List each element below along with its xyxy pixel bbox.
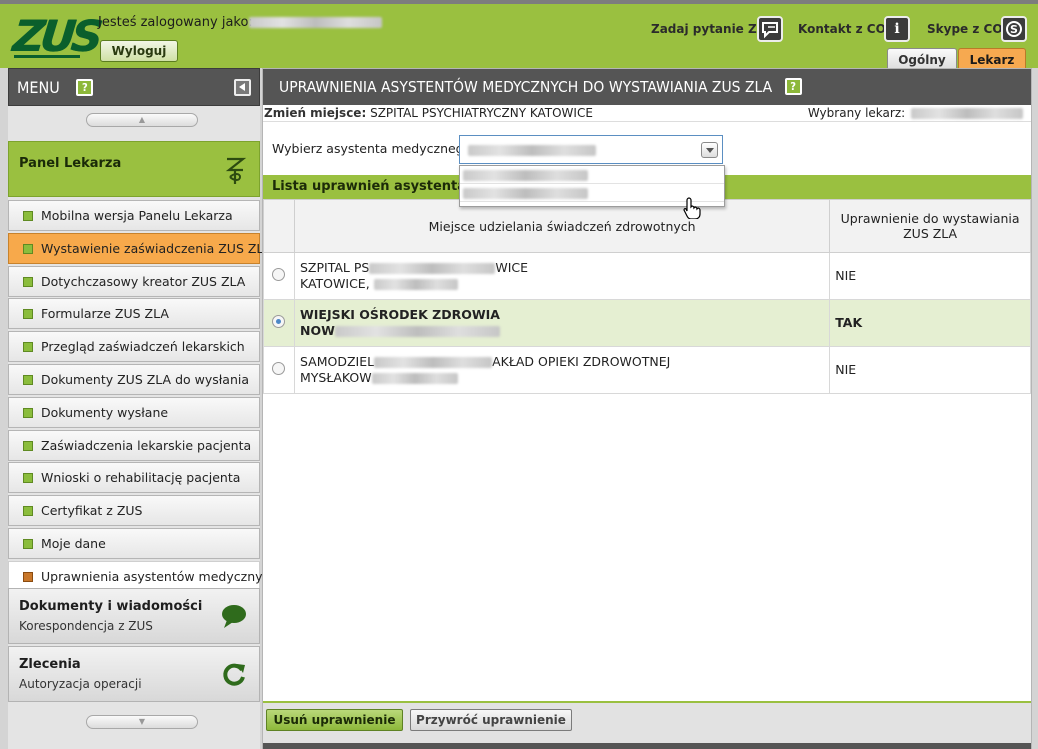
- menu-item-my-data[interactable]: Moje dane: [8, 527, 260, 559]
- place-line1: SZPITAL PS: [299, 260, 370, 275]
- table-row[interactable]: SAMODZIEL AKŁAD OPIEKI ZDROWOTNEJ MYSŁAKO…: [263, 346, 1031, 394]
- list-title: Lista uprawnień asystenta m: [272, 179, 485, 194]
- tab-doctor[interactable]: Lekarz: [958, 48, 1026, 70]
- menu-header: MENU ?: [8, 68, 260, 106]
- info-icon: i: [884, 16, 910, 42]
- assistant-select[interactable]: [459, 135, 723, 164]
- place-line1: SAMODZIEL: [299, 354, 375, 369]
- permissions-table: Miejsce udzielania świadczeń zdrowotnych…: [263, 199, 1031, 394]
- zus-logo[interactable]: ZUS: [10, 12, 100, 62]
- radio-column-header: [263, 199, 295, 253]
- permission-cell: NIE: [829, 252, 1031, 300]
- table-header-row: Miejsce udzielania świadczeń zdrowotnych…: [263, 199, 1031, 253]
- skype-cot-label: Skype z COT: [927, 22, 1011, 36]
- place-redacted: [334, 326, 500, 337]
- place-line2: MYSŁAKOW: [299, 370, 372, 385]
- table-row[interactable]: SZPITAL PS WICE KATOWICE, NIE: [263, 252, 1031, 300]
- place-line1-end: AKŁAD OPIEKI ZDROWOTNEJ: [492, 354, 671, 369]
- panel-lekarza-title: Panel Lekarza: [19, 156, 122, 171]
- menu-item-forms[interactable]: Formularze ZUS ZLA: [8, 298, 260, 330]
- place-row: Zmień miejsce: SZPITAL PSYCHIATRYCZNY KA…: [263, 105, 1031, 122]
- action-bar: Usuń uprawnienie Przywróć uprawnienie: [263, 703, 1031, 743]
- page-help-icon[interactable]: ?: [784, 78, 802, 95]
- speech-bubble-icon: [221, 603, 247, 629]
- scroll-up-button[interactable]: ▲: [86, 113, 198, 127]
- permission-cell: TAK: [829, 299, 1031, 347]
- main-bottom-bar: [263, 743, 1031, 749]
- refresh-icon: [221, 661, 247, 687]
- column-header-place: Miejsce udzielania świadczeń zdrowotnych: [293, 199, 831, 253]
- ask-zus-link[interactable]: Zadaj pytanie ZUS: [651, 16, 785, 42]
- dropdown-option[interactable]: [460, 166, 724, 184]
- place-value: SZPITAL PSYCHIATRYCZNY KATOWICE: [370, 106, 593, 120]
- panel-lekarza-header[interactable]: Panel Lekarza: [8, 141, 260, 197]
- menu-item-patient-certificates[interactable]: Zaświadczenia lekarskie pacjenta: [8, 429, 260, 461]
- scroll-down-button[interactable]: ▼: [86, 715, 198, 729]
- username-redacted: [249, 17, 382, 28]
- menu-title: MENU: [17, 78, 60, 97]
- menu-help-icon[interactable]: ?: [76, 79, 94, 96]
- place-line1: WIEJSKI OŚRODEK ZDROWIA: [299, 307, 500, 322]
- contact-cot-link[interactable]: Kontakt z COT i: [798, 16, 912, 42]
- group-orders[interactable]: Zlecenia Autoryzacja operacji: [8, 646, 260, 702]
- permission-cell: NIE: [829, 346, 1031, 394]
- chosen-doctor: Wybrany lekarz:: [808, 105, 1023, 122]
- caduceus-icon: [223, 156, 247, 184]
- contact-cot-label: Kontakt z COT: [798, 22, 894, 36]
- logo-underline: [14, 55, 80, 58]
- place-redacted: [369, 263, 496, 274]
- menu-item-certificates-review[interactable]: Przegląd zaświadczeń lekarskich: [8, 331, 260, 363]
- place-redacted: [371, 373, 458, 384]
- chevron-down-icon[interactable]: [701, 142, 718, 158]
- restore-permission-button[interactable]: Przywróć uprawnienie: [410, 709, 572, 731]
- table-row[interactable]: WIEJSKI OŚRODEK ZDROWIA NOW TAK: [263, 299, 1031, 347]
- top-header: ZUS Jesteś zalogowany jako: Wyloguj Zada…: [0, 0, 1038, 70]
- skype-icon: S: [1001, 16, 1027, 42]
- option-redacted: [463, 188, 588, 199]
- column-header-permission: Uprawnienie do wystawiania ZUS ZLA: [829, 199, 1031, 253]
- chosen-doctor-label: Wybrany lekarz:: [807, 106, 906, 120]
- place-cell: SZPITAL PS WICE KATOWICE,: [293, 252, 831, 300]
- logout-button[interactable]: Wyloguj: [100, 40, 178, 62]
- assistant-select-value-redacted: [468, 145, 596, 156]
- place-line2: KATOWICE,: [299, 276, 370, 291]
- place-redacted: [374, 357, 493, 368]
- menu-item-sent-documents[interactable]: Dokumenty wysłane: [8, 396, 260, 428]
- place-line1-end: WICE: [495, 260, 529, 275]
- place-redacted: [373, 279, 458, 290]
- skype-cot-link[interactable]: Skype z COT S: [927, 16, 1027, 42]
- menu-item-previous-wizard[interactable]: Dotychczasowy kreator ZUS ZLA: [8, 265, 260, 297]
- main-panel: Uprawnienia asystentów medycznych do wys…: [262, 68, 1032, 749]
- menu-item-issue-certificate[interactable]: Wystawienie zaświadczenia ZUS ZLA: [8, 232, 272, 264]
- menu-item-rehab-requests[interactable]: Wnioski o rehabilitację pacjenta: [8, 462, 260, 494]
- menu-item-certificate[interactable]: Certyfikat z ZUS: [8, 495, 260, 527]
- place-cell: SAMODZIEL AKŁAD OPIEKI ZDROWOTNEJ MYSŁAKO…: [293, 346, 831, 394]
- group-documents-messages[interactable]: Dokumenty i wiadomości Korespondencja z …: [8, 588, 260, 644]
- tab-general[interactable]: Ogólny: [887, 48, 957, 70]
- svg-text:S: S: [1010, 23, 1018, 36]
- assistant-select-label: Wybierz asystenta medycznego: [272, 141, 472, 156]
- page-title: Uprawnienia asystentów medycznych do wys…: [279, 78, 773, 96]
- change-place-link[interactable]: Zmień miejsce:: [264, 106, 366, 120]
- sidebar: MENU ? ▲ Panel Lekarza Mobilna wersja Pa…: [8, 68, 277, 749]
- chat-bubble-icon: [757, 16, 783, 42]
- remove-permission-button[interactable]: Usuń uprawnienie: [266, 709, 403, 731]
- row-radio[interactable]: [272, 361, 286, 375]
- page-title-bar: Uprawnienia asystentów medycznych do wys…: [263, 69, 1031, 105]
- place-line2: NOW: [299, 323, 335, 338]
- menu-item-mobile-version[interactable]: Mobilna wersja Panelu Lekarza: [8, 200, 260, 231]
- place-cell: WIEJSKI OŚRODEK ZDROWIA NOW: [293, 299, 831, 347]
- menu-item-documents-to-send[interactable]: Dokumenty ZUS ZLA do wysłania: [8, 363, 260, 395]
- menu-list: Mobilna wersja Panelu Lekarza Wystawieni…: [8, 200, 277, 594]
- hand-cursor-icon: [683, 197, 701, 224]
- option-redacted: [463, 170, 588, 181]
- doctor-name-redacted: [911, 108, 1023, 119]
- row-radio-selected[interactable]: [272, 314, 286, 328]
- row-radio[interactable]: [272, 267, 286, 281]
- logged-in-label: Jesteś zalogowany jako:: [98, 15, 253, 30]
- collapse-sidebar-icon[interactable]: [234, 79, 251, 96]
